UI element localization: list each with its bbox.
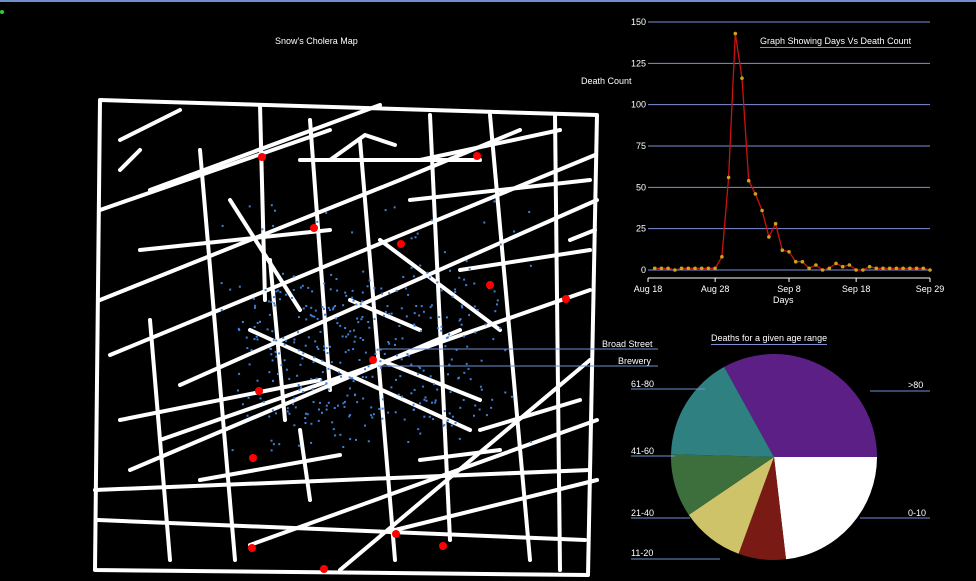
pie-chart-title: Deaths for a given age range — [711, 333, 828, 345]
pie-label: 21-40 — [631, 508, 655, 518]
pie-slice[interactable] — [774, 457, 878, 560]
age-pie-chart[interactable] — [0, 0, 976, 581]
pie-label: 61-80 — [631, 379, 655, 389]
pie-label: >80 — [908, 380, 924, 390]
pie-label: 41-60 — [631, 446, 655, 456]
pie-label: 0-10 — [908, 508, 927, 518]
pie-label: 11-20 — [631, 548, 654, 558]
